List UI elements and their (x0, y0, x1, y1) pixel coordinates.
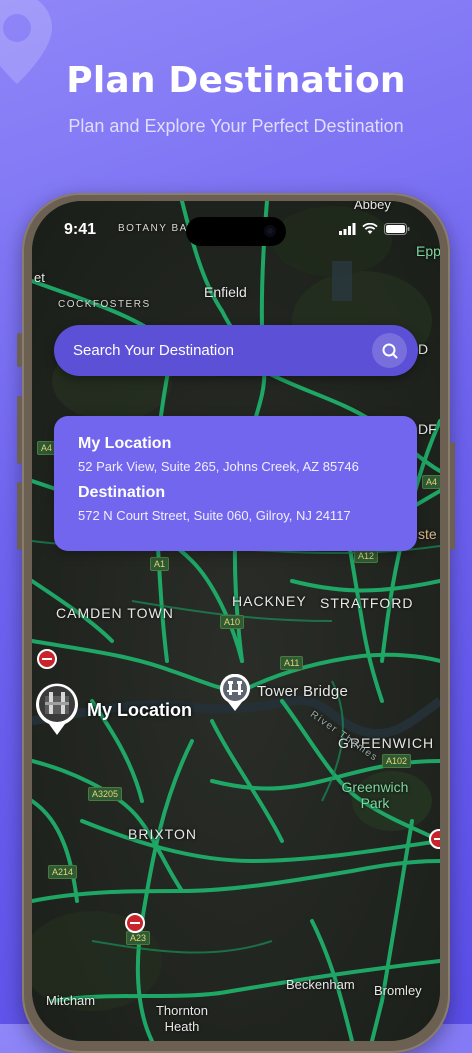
cellular-signal-icon (339, 223, 356, 235)
map-place-label: Bromley (374, 983, 422, 998)
status-icons (339, 223, 410, 235)
road-label: A11 (280, 656, 304, 670)
map-place-label: Abbey (354, 201, 391, 212)
destination-address[interactable]: 572 N Court Street, Suite 060, Gilroy, N… (78, 508, 351, 523)
landmark-icon[interactable] (219, 674, 251, 712)
dynamic-island (186, 217, 286, 246)
road-label: A12 (354, 549, 379, 563)
wifi-icon (362, 223, 378, 234)
map-place-label: CAMDEN TOWN (56, 605, 174, 621)
map-place-label: COCKFOSTERS (58, 299, 151, 310)
road-label: A214 (48, 865, 78, 879)
map-place-label: BOTANY BAY (118, 223, 196, 234)
search-button[interactable] (372, 333, 407, 368)
search-bar[interactable]: Search Your Destination (54, 325, 418, 376)
map-place-label: DF (418, 421, 437, 437)
road-label: A10 (220, 615, 245, 629)
camera-icon (264, 225, 276, 237)
map-place-label: Epp (416, 243, 440, 259)
poi-label: Tower Bridge (257, 683, 349, 700)
destination-title: Destination (78, 484, 166, 501)
search-input[interactable]: Search Your Destination (73, 342, 234, 359)
map-place-label: Thornton Heath (155, 1003, 209, 1034)
road-label: A4 (422, 475, 440, 489)
map-place-label: Enfield (204, 284, 247, 300)
location-pin-icon[interactable] (35, 682, 79, 736)
phone-power-button (450, 442, 455, 550)
phone-screen: BOTANY BAY Abbey Epp et Enfield COCKFOST… (32, 201, 440, 1041)
map-place-label: D (418, 341, 429, 357)
battery-icon (384, 223, 410, 235)
no-entry-icon (37, 649, 57, 669)
map-place-label: et (34, 270, 45, 285)
map-place-label: STRATFORD (320, 595, 414, 611)
road-label: A3205 (88, 787, 123, 801)
status-time: 9:41 (64, 221, 97, 238)
road-label: A1 (150, 557, 170, 571)
map-place-label: Greenwich Park (341, 779, 409, 811)
search-icon (382, 343, 397, 358)
phone-side-button (17, 333, 22, 367)
road-label: A102 (382, 754, 412, 768)
map-place-label: Mitcham (46, 993, 96, 1008)
no-entry-icon (125, 913, 145, 933)
map-place-label: ste (418, 526, 437, 542)
page-title: Plan Destination (66, 60, 406, 101)
map-place-label: BRIXTON (128, 826, 197, 842)
page-subtitle: Plan and Explore Your Perfect Destinatio… (68, 116, 404, 136)
origin-title: My Location (78, 435, 172, 452)
map-place-label: HACKNEY (232, 593, 307, 609)
phone-volume-down-button (17, 482, 22, 550)
current-location-label: My Location (87, 700, 193, 720)
origin-address[interactable]: 52 Park View, Suite 265, Johns Creek, AZ… (78, 459, 359, 474)
road-label: A23 (126, 931, 151, 945)
phone-volume-up-button (17, 396, 22, 464)
route-card: My Location 52 Park View, Suite 265, Joh… (54, 416, 417, 551)
map-place-label: Beckenham (286, 977, 355, 992)
